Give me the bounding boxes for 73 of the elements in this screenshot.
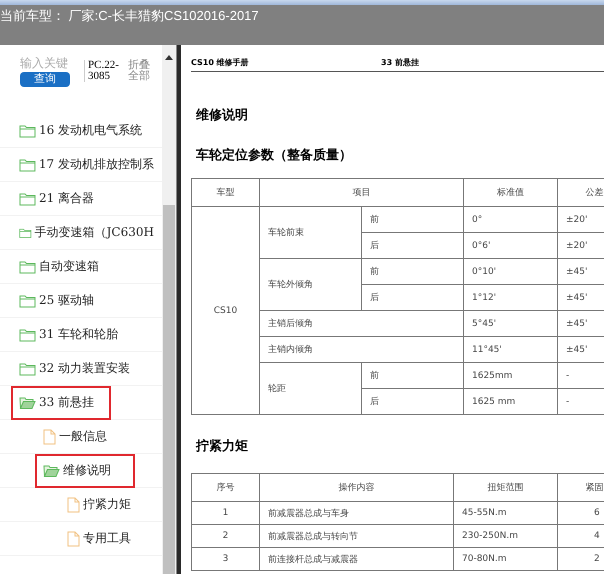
column-header: 公差 [558,178,604,206]
column-header: 扭矩范围 [454,474,558,502]
table-cell: 前减震器总成与转向节 [260,524,454,548]
table-cell: 后 [362,232,464,258]
tree-item[interactable]: 拧紧力矩 [61,490,139,520]
table-cell: 2 [192,524,260,548]
column-header: 车型 [192,178,260,206]
table-cell: 前 [362,206,464,232]
folder-icon [19,260,36,274]
tree-item[interactable]: 32 动力装置安装 [13,354,138,384]
folder-icon [19,124,36,138]
table-cell: 车轮前束 [260,206,362,258]
search-button[interactable]: 查询 [20,72,70,86]
chapter-header: 33 前悬挂 [381,57,419,68]
table-cell: CS10 [192,206,260,414]
table-cell: 前 [362,258,464,284]
table-cell: 0°10' [464,258,558,284]
document-icon [67,530,80,546]
tree-item[interactable]: 17 发动机排放控制系 [13,150,162,180]
column-header: 标准值 [464,178,558,206]
table-cell: 前减震器总成与车身 [260,502,454,524]
code-text: PC.22-3085 [84,60,122,82]
table-cell: 1625 mm [464,388,558,414]
table-cell: 5°45' [464,310,558,336]
scrollbar[interactable] [162,45,176,574]
tree-item[interactable]: 21 离合器 [13,184,102,214]
open-folder-icon [43,464,60,478]
table-cell: 主销内倾角 [260,336,464,362]
column-header: 序号 [192,474,260,502]
table-cell: 主销后倾角 [260,310,464,336]
column-header: 紧固 [558,474,604,502]
table-cell: 0° [464,206,558,232]
tree-item[interactable]: 维修说明 [37,456,133,486]
table-cell: 0°6' [464,232,558,258]
tree-item[interactable]: 16 发动机电气系统 [13,116,150,146]
table-cell: 1°12' [464,284,558,310]
table-cell: 45-55N.m [454,502,558,524]
table-cell: 1625mm [464,362,558,388]
tree-item[interactable]: 专用工具 [61,524,139,554]
open-folder-icon [19,396,36,410]
table-cell: 前 [362,362,464,388]
document-icon [67,496,80,512]
table-cell: 3 [192,548,260,570]
table-cell: 后 [362,388,464,414]
tree-item[interactable]: 31 车轮和轮胎 [13,320,126,350]
folder-icon [19,192,36,206]
document-icon [43,428,56,444]
tree-item[interactable]: 25 驱动轴 [13,286,102,316]
section-heading: 车轮定位参数（整备质量） [196,146,353,164]
table-cell: 1 [192,502,260,524]
column-header: 项目 [260,178,464,206]
vehicle-model-title: 当前车型： 厂家:C-长丰猎豹CS102016-2017 [0,7,259,25]
table-cell: 230-250N.m [454,524,558,548]
folder-icon [19,328,36,342]
manual-header: CS10 维修手册 [191,57,250,68]
tree-item[interactable]: 自动变速箱 [13,252,107,282]
tree-item[interactable]: 33 前悬挂 [13,388,109,418]
collapse-all-link[interactable]: 折叠全部 [128,60,154,82]
section-heading: 拧紧力矩 [196,438,249,455]
tree-item[interactable]: 手动变速箱（JC630H [13,218,162,248]
folder-icon [19,362,36,376]
table-cell: 轮距 [260,362,362,414]
table-cell: 前连接杆总成与减震器 [260,548,454,570]
table-cell: 后 [362,284,464,310]
folder-icon [19,294,36,308]
page-heading: 维修说明 [196,106,249,124]
table-cell: 70-80N.m [454,548,558,570]
column-header: 操作内容 [260,474,454,502]
scroll-thumb[interactable] [163,205,175,574]
table-cell: 11°45' [464,336,558,362]
folder-icon [19,158,36,172]
table-cell: 车轮外倾角 [260,258,362,310]
tree-item[interactable]: 一般信息 [37,422,115,452]
